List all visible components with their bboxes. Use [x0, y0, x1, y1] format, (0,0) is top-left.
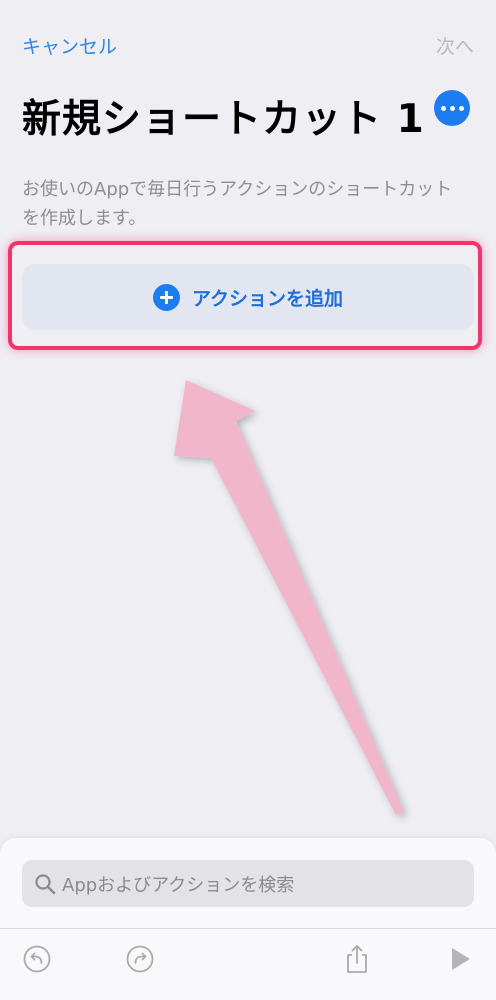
toolbar-divider: [0, 928, 496, 929]
next-button[interactable]: 次へ: [436, 32, 474, 59]
ellipsis-icon: [458, 105, 464, 111]
cancel-button[interactable]: キャンセル: [22, 32, 117, 59]
ellipsis-icon: [449, 105, 455, 111]
undo-icon[interactable]: [21, 943, 53, 975]
play-icon[interactable]: [444, 943, 476, 975]
action-search-panel: Appおよびアクションを検索: [0, 838, 496, 1000]
share-icon[interactable]: [341, 943, 373, 975]
ellipsis-icon: [440, 105, 446, 111]
add-action-button[interactable]: アクションを追加: [22, 264, 474, 330]
add-action-label: アクションを追加: [191, 287, 344, 310]
shortcut-title[interactable]: 新規ショートカット 1: [22, 88, 425, 144]
search-placeholder: Appおよびアクションを検索: [62, 874, 295, 896]
navigation-bar: キャンセル 次へ: [0, 0, 496, 90]
search-input[interactable]: Appおよびアクションを検索: [22, 860, 474, 907]
more-options-button[interactable]: [434, 90, 470, 126]
shortcut-description: お使いのAppで毎日行うアクションのショートカットを作成します。: [22, 179, 453, 229]
plus-circle-icon: [152, 283, 180, 311]
search-icon: [34, 873, 56, 895]
redo-icon[interactable]: [124, 943, 156, 975]
